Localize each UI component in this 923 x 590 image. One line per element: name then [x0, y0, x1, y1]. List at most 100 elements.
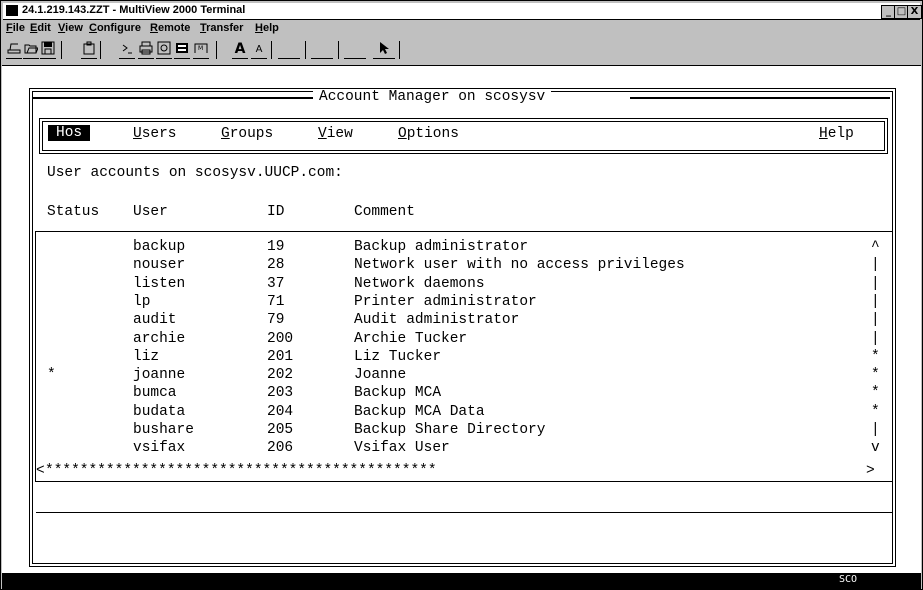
- menu-help-accel: H: [255, 22, 263, 34]
- menu-view-label: iew: [65, 22, 83, 34]
- row-comment: Audit administrator: [354, 312, 520, 329]
- keyboard-icon[interactable]: [174, 41, 190, 59]
- row-id: 200: [267, 330, 294, 347]
- row-id: 71: [267, 293, 285, 310]
- menu-transfer-label: ransfer: [206, 22, 244, 34]
- blank-2-icon[interactable]: [311, 41, 333, 59]
- hscroll-thumb[interactable]: ****************************************…: [45, 463, 437, 479]
- row-comment: Backup administrator: [354, 239, 529, 255]
- table-row[interactable]: lp 71 Printer administrator |: [2, 294, 921, 313]
- vscroll-cell[interactable]: |: [871, 294, 880, 310]
- vscroll-cell[interactable]: ^: [871, 239, 880, 255]
- font-small-icon[interactable]: A: [251, 41, 267, 59]
- menu-configure[interactable]: Configure: [89, 22, 141, 34]
- row-comment: Archie Tucker: [354, 330, 468, 347]
- menu-view-terminal[interactable]: View: [318, 126, 353, 142]
- row-user: audit: [133, 312, 177, 329]
- command-icon[interactable]: [119, 41, 135, 59]
- table-row[interactable]: nouser 28 Network user with no access priv…: [2, 257, 921, 276]
- accounts-subtitle: User accounts on scosysv.UUCP.com:: [47, 165, 343, 181]
- toolbar-separator: [271, 41, 272, 59]
- vscroll-cell[interactable]: *: [871, 367, 880, 383]
- menu-view[interactable]: View: [58, 22, 83, 34]
- menu-users[interactable]: Users: [133, 126, 177, 142]
- toolbar-separator: [305, 41, 306, 59]
- toolbar-separator: [216, 41, 217, 59]
- row-user: bumca: [133, 385, 177, 402]
- vscroll-cell[interactable]: *: [871, 404, 880, 420]
- app-icon[interactable]: [6, 5, 18, 16]
- status-bar: SCO: [2, 573, 921, 589]
- menu-options[interactable]: Options: [398, 126, 459, 142]
- column-status: Status: [47, 204, 100, 220]
- frame-title: Account Manager on scosysv: [313, 89, 552, 105]
- open-icon[interactable]: [23, 41, 39, 59]
- divider-line: [36, 512, 892, 513]
- column-user: User: [133, 204, 168, 220]
- close-button[interactable]: X: [907, 5, 922, 19]
- hscroll-left-arrow[interactable]: <: [36, 463, 45, 479]
- table-row[interactable]: liz 201 Liz Tucker *: [2, 349, 921, 368]
- menu-options-label: ptions: [406, 126, 459, 142]
- vscroll-cell[interactable]: |: [871, 312, 880, 328]
- connect-icon[interactable]: [156, 41, 172, 59]
- pointer-icon[interactable]: [373, 41, 395, 59]
- menu-configure-accel: C: [89, 22, 97, 34]
- status-text: SCO: [838, 574, 857, 585]
- menu-configure-label: onfigure: [96, 22, 141, 34]
- toolbar-separator: [399, 41, 400, 59]
- printer-icon[interactable]: [138, 41, 154, 59]
- table-row[interactable]: backup 19 Backup administrator ^: [2, 239, 921, 258]
- svg-text:M: M: [198, 45, 203, 52]
- menu-help[interactable]: Help: [255, 22, 279, 34]
- menu-hos[interactable]: Hos: [48, 125, 91, 141]
- hscroll-right-arrow[interactable]: >: [866, 463, 875, 479]
- menu-help-terminal[interactable]: Help: [819, 126, 854, 142]
- vscroll-cell[interactable]: |: [871, 257, 880, 273]
- row-user: archie: [133, 330, 186, 347]
- table-row[interactable]: budata 204 Backup MCA Data *: [2, 404, 921, 423]
- menu-view-accel: V: [318, 126, 327, 142]
- menu-help-label: elp: [262, 22, 279, 34]
- row-id: 205: [267, 422, 294, 438]
- vscroll-cell[interactable]: |: [871, 422, 880, 438]
- blank-1-icon[interactable]: [278, 41, 300, 59]
- title-bar[interactable]: 24.1.219.143.ZZT - MultiView 2000 Termin…: [3, 3, 922, 20]
- table-row[interactable]: vsifax 206 Vsifax User v: [2, 440, 921, 459]
- menu-file[interactable]: File: [6, 22, 25, 34]
- terminal-screen[interactable]: Account Manager on scosysv Hos Users Gro…: [2, 65, 921, 573]
- menu-groups[interactable]: Groups: [221, 126, 273, 142]
- save-icon[interactable]: [40, 41, 56, 59]
- row-id: 204: [267, 403, 294, 420]
- menu-edit[interactable]: Edit: [30, 22, 51, 34]
- row-id: 201: [267, 348, 294, 365]
- vscroll-cell[interactable]: v: [871, 440, 880, 456]
- table-row[interactable]: audit 79 Audit administrator |: [2, 312, 921, 331]
- vscroll-cell[interactable]: *: [871, 385, 880, 401]
- menu-help-accel: H: [819, 126, 828, 142]
- table-row[interactable]: archie 200 Archie Tucker |: [2, 331, 921, 350]
- menu-transfer[interactable]: Transfer: [200, 22, 243, 34]
- column-id: ID: [267, 204, 285, 220]
- row-id: 37: [267, 275, 285, 292]
- row-user: lp: [133, 293, 151, 310]
- menu-file-label: ile: [12, 22, 25, 34]
- vscroll-cell[interactable]: |: [871, 331, 880, 347]
- row-comment: Liz Tucker: [354, 348, 442, 365]
- row-comment: Network user with no access privileges: [354, 257, 685, 274]
- table-row[interactable]: listen 37 Network daemons |: [2, 276, 921, 295]
- font-large-icon[interactable]: A: [232, 41, 248, 59]
- vscroll-cell[interactable]: *: [871, 349, 880, 365]
- table-row[interactable]: * joanne 202 Joanne *: [2, 367, 921, 386]
- macro-icon[interactable]: M: [193, 41, 209, 59]
- table-row[interactable]: bumca 203 Backup MCA *: [2, 385, 921, 404]
- row-comment: Backup MCA Data: [354, 403, 485, 420]
- blank-3-icon[interactable]: [344, 41, 366, 59]
- vscroll-cell[interactable]: |: [871, 276, 880, 292]
- print-icon[interactable]: [6, 41, 22, 59]
- menu-file-accel: F: [6, 22, 13, 34]
- paste-icon[interactable]: [81, 41, 97, 59]
- table-row[interactable]: bushare 205 Backup Share Directory |: [2, 422, 921, 441]
- toolbar-separator: [61, 41, 62, 59]
- menu-remote[interactable]: Remote: [150, 22, 190, 34]
